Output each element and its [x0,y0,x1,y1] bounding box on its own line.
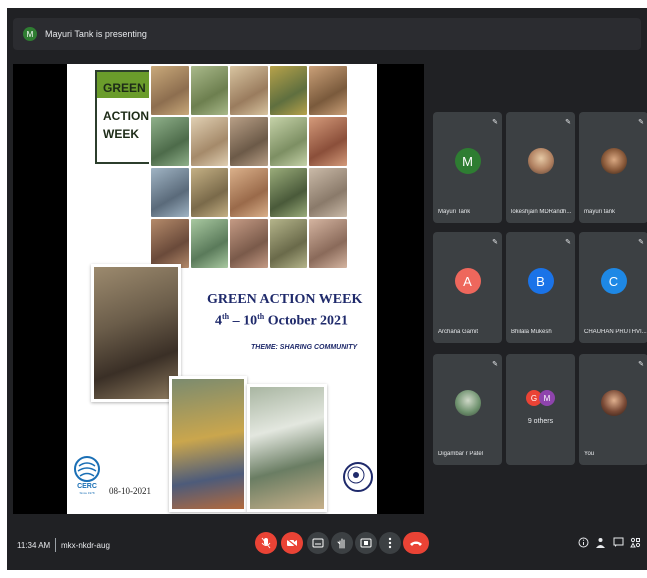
mic-muted-icon: ✎ [492,119,498,126]
avatar [454,390,481,416]
collage-photo [190,117,229,166]
avatar: B [527,268,554,294]
people-icon[interactable] [595,537,606,552]
slide-dates: 4th – 10th October 2021 [215,312,348,329]
mic-muted-icon: ✎ [565,119,571,126]
meeting-time: 11:34 AM [17,541,51,550]
participant-tile[interactable]: ✎ B Bhilala Mukesh [506,232,575,343]
avatar: M [454,148,481,174]
collage-photo [269,117,308,166]
logo-line-1: GREEN [103,81,146,95]
collage-photo [269,168,308,217]
collage-photo [309,219,347,268]
participant-name: lokeshjain MDRandh... [511,209,572,215]
participant-name: CHAUHAN PRUTHVI... [584,329,647,335]
slide-title: GREEN ACTION WEEK [207,292,363,307]
collage-photo [190,168,229,217]
avatar [600,148,627,174]
mic-muted-icon: ✎ [638,361,644,368]
community-photo-1 [91,264,181,402]
cerc-logo: CERC Since 1978 [73,456,101,496]
participant-tile[interactable]: ✎ Digambar r Patel [433,354,502,465]
more-icon[interactable] [379,532,401,554]
collage-photo [269,219,308,268]
end-call-icon[interactable] [403,532,429,554]
logo-line-2: ACTION [103,109,149,123]
participant-name: Bhilala Mukesh [511,329,552,335]
mic-off-icon[interactable] [255,532,277,554]
participant-tile-others[interactable]: G M 9 others [506,354,575,465]
collage-photo [230,117,268,166]
others-avatar-2: M [539,390,555,406]
collage-photo [190,66,229,115]
collage-photo [230,219,268,268]
participant-name: Digambar r Patel [438,451,484,457]
avatar: A [454,268,481,294]
mic-muted-icon: ✎ [565,239,571,246]
meeting-code: mkx-nkdr-aug [61,541,110,550]
presentation-stage: GREEN ACTION WEEK GREEN ACTION WEEK 4th … [13,64,424,514]
collage-photo [309,117,347,166]
mic-muted-icon: ✎ [638,119,644,126]
divider [55,538,56,552]
community-photo-2 [169,376,247,512]
info-icon[interactable] [578,537,589,551]
mic-muted-icon: ✎ [638,239,644,246]
avatar: C [600,268,627,294]
mic-muted-icon: ✎ [492,361,498,368]
mic-muted-icon: ✎ [492,239,498,246]
organization-seal [343,462,373,492]
others-count: 9 others [527,418,554,425]
presenting-banner: M Mayuri Tank is presenting [13,18,641,50]
collage-photo [151,117,189,166]
collage-photo [151,219,189,268]
collage-photo [309,66,347,115]
svg-text:Since 1978: Since 1978 [79,491,94,495]
collage-photo [230,66,268,115]
captions-icon[interactable] [307,532,329,554]
slide-theme: THEME: SHARING COMMUNITY [251,344,358,351]
participant-tile-self[interactable]: ✎ You [579,354,647,465]
participant-tile[interactable]: ✎ M Mayuri Tank [433,112,502,223]
avatar [600,390,627,416]
camera-off-icon[interactable] [281,532,303,554]
participant-tile[interactable]: ✎ mayuri tank [579,112,647,223]
participant-name: mayuri tank [584,209,616,215]
chat-icon[interactable] [613,537,624,551]
slide-footer-date: 08-10-2021 [109,486,151,496]
community-photo-3 [247,384,327,512]
logo-line-3: WEEK [103,127,139,141]
svg-text:CERC: CERC [77,483,97,490]
participant-tile[interactable]: ✎ C CHAUHAN PRUTHVI... [579,232,647,343]
presenter-avatar: M [23,27,37,41]
raise-hand-icon[interactable] [331,532,353,554]
participant-name: Mayuri Tank [438,209,471,215]
participant-name: You [584,451,595,457]
collage-photo [190,219,229,268]
green-action-week-logo: GREEN ACTION WEEK [95,70,155,164]
presenting-label: Mayuri Tank is presenting [45,29,147,39]
collage-photo [269,66,308,115]
present-icon[interactable] [355,532,377,554]
collage-photo [309,168,347,217]
presentation-slide: GREEN ACTION WEEK GREEN ACTION WEEK 4th … [67,64,377,514]
collage-photo [230,168,268,217]
meet-window: M Mayuri Tank is presenting GREEN ACTION… [7,8,647,570]
activities-icon[interactable] [630,537,641,551]
avatar [527,148,554,174]
collage-photo [151,168,189,217]
participant-tile[interactable]: ✎ lokeshjain MDRandh... [506,112,575,223]
participant-tile[interactable]: ✎ A Archana Gamit [433,232,502,343]
photo-collage [149,64,349,270]
participant-name: Archana Gamit [438,329,479,335]
collage-photo [151,66,189,115]
